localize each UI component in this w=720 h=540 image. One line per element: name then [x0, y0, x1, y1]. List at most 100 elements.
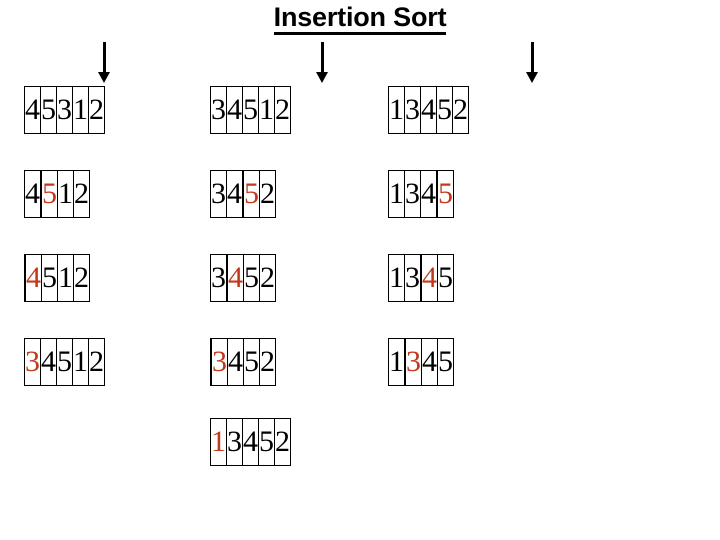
array-cell: 3	[210, 254, 227, 302]
array-row: 13452	[210, 418, 291, 466]
array-cell: 3	[24, 338, 41, 386]
array-cell: 2	[274, 418, 291, 466]
array-cell: 2	[259, 338, 276, 386]
array-cell: 3	[211, 338, 228, 386]
arrow-shaft	[103, 42, 106, 74]
array-table: 13452	[210, 418, 291, 466]
array-cell: 5	[437, 170, 454, 218]
array-cell: 5	[437, 254, 454, 302]
array-cell: 5	[258, 418, 275, 466]
array-cells: 3452	[210, 254, 276, 302]
array-cell: 2	[88, 338, 105, 386]
array-cell: 4	[420, 86, 437, 134]
array-cell: 5	[243, 338, 260, 386]
page-title-text: Insertion Sort	[273, 3, 447, 36]
array-cell: 5	[40, 86, 57, 134]
array-cell: 4	[226, 86, 243, 134]
array-cell: 5	[41, 254, 58, 302]
array-row: 3452	[210, 338, 276, 386]
array-cell: 1	[388, 338, 405, 386]
array-row: 3452	[210, 170, 276, 218]
array-cell: 4	[227, 254, 244, 302]
array-row: 3452	[210, 254, 276, 302]
array-cell: 2	[452, 86, 469, 134]
array-cell: 1	[57, 170, 74, 218]
array-cell: 5	[437, 338, 454, 386]
array-table: 1345	[388, 170, 454, 218]
array-cell: 2	[274, 86, 291, 134]
page-title: Insertion Sort	[0, 2, 720, 36]
array-cell: 3	[404, 170, 421, 218]
array-cell: 1	[72, 338, 89, 386]
array-cells: 45312	[24, 86, 105, 134]
array-cell: 1	[388, 254, 405, 302]
array-cell: 5	[243, 170, 260, 218]
array-cell: 5	[243, 254, 260, 302]
arrow-head	[526, 72, 538, 83]
array-cell: 1	[210, 418, 227, 466]
array-row: 1345	[388, 170, 454, 218]
array-row: 34512	[24, 338, 105, 386]
array-row: 4512	[24, 254, 90, 302]
array-cell: 1	[258, 86, 275, 134]
array-row: 13452	[388, 86, 469, 134]
array-row: 1345	[388, 338, 454, 386]
array-cells: 13452	[388, 86, 469, 134]
array-cell: 4	[226, 170, 243, 218]
arrow-head	[316, 72, 328, 83]
array-cell: 5	[242, 86, 259, 134]
array-cell: 4	[25, 254, 42, 302]
array-table: 3452	[210, 338, 276, 386]
array-cell: 3	[226, 418, 243, 466]
array-cells: 13452	[210, 418, 291, 466]
array-table: 3452	[210, 254, 276, 302]
down-arrow-icon	[97, 42, 111, 84]
array-cell: 1	[388, 170, 405, 218]
array-table: 45312	[24, 86, 105, 134]
array-table: 4512	[24, 254, 90, 302]
array-cell: 1	[57, 254, 74, 302]
down-arrow-icon	[315, 42, 329, 84]
array-cell: 3	[404, 254, 421, 302]
array-cell: 1	[388, 86, 405, 134]
array-table: 1345	[388, 254, 454, 302]
array-table: 34512	[24, 338, 105, 386]
array-cell: 3	[210, 170, 227, 218]
array-table: 3452	[210, 170, 276, 218]
array-cells: 4512	[24, 170, 90, 218]
array-table: 1345	[388, 338, 454, 386]
array-row: 1345	[388, 254, 454, 302]
array-cell: 2	[88, 86, 105, 134]
array-cells: 34512	[24, 338, 105, 386]
arrow-head	[98, 72, 110, 83]
array-cells: 1345	[388, 338, 454, 386]
array-table: 4512	[24, 170, 90, 218]
array-table: 34512	[210, 86, 291, 134]
array-row: 4512	[24, 170, 90, 218]
down-arrow-icon	[525, 42, 539, 84]
array-cells: 1345	[388, 254, 454, 302]
array-cell: 5	[41, 170, 58, 218]
array-cell: 4	[40, 338, 57, 386]
array-cell: 1	[72, 86, 89, 134]
array-cell: 3	[210, 86, 227, 134]
array-cell: 4	[242, 418, 259, 466]
array-row: 34512	[210, 86, 291, 134]
array-cell: 3	[404, 86, 421, 134]
array-cell: 2	[73, 254, 90, 302]
array-cell: 2	[259, 170, 276, 218]
array-cell: 4	[421, 254, 438, 302]
array-row: 45312	[24, 86, 105, 134]
array-cell: 2	[259, 254, 276, 302]
array-cell: 3	[405, 338, 422, 386]
array-cell: 4	[227, 338, 244, 386]
array-cell: 2	[73, 170, 90, 218]
arrow-shaft	[531, 42, 534, 74]
arrow-shaft	[321, 42, 324, 74]
array-cell: 4	[420, 170, 437, 218]
array-cells: 3452	[210, 170, 276, 218]
array-cell: 4	[421, 338, 438, 386]
array-cell: 5	[436, 86, 453, 134]
array-cell: 5	[56, 338, 73, 386]
array-cells: 3452	[210, 338, 276, 386]
